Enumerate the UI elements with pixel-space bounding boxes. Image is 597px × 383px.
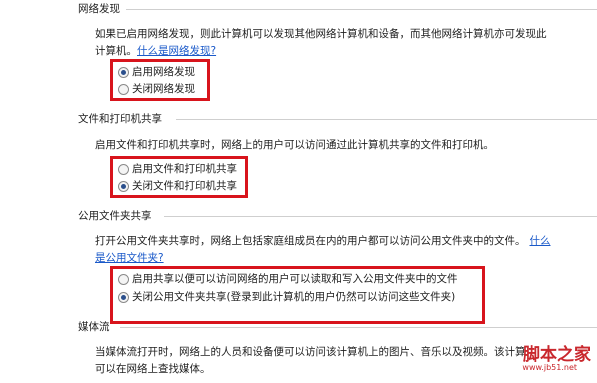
- file-printer-sharing-description: 启用文件和打印机共享时，网络上的用户可以访问通过此计算机共享的文件和打印机。: [95, 137, 494, 154]
- watermark-logo: 脚本之家: [523, 345, 591, 365]
- section-title: 网络发现: [78, 3, 120, 15]
- section-divider: [176, 119, 597, 120]
- highlight-box: [110, 156, 248, 198]
- section-divider: [164, 216, 597, 217]
- description-line: 是公用文件夹?: [95, 250, 551, 267]
- highlight-box: [110, 266, 485, 324]
- description-line: 当媒体流打开时，网络上的人员和设备便可以访问该计算机上的图片、音乐以及视频。该计…: [95, 346, 526, 358]
- what-is-network-discovery-link[interactable]: 什么是网络发现?: [137, 45, 216, 57]
- what-is-public-folder-link-part1[interactable]: 什么: [530, 235, 551, 247]
- section-title: 文件和打印机共享: [78, 113, 162, 125]
- section-divider: [120, 327, 597, 328]
- highlight-box: [110, 59, 210, 101]
- description-line: 如果已启用网络发现，则此计算机可以发现其他网络计算机和设备，而其他网络计算机亦可…: [95, 28, 547, 40]
- description-line: 启用文件和打印机共享时，网络上的用户可以访问通过此计算机共享的文件和打印机。: [95, 139, 494, 151]
- section-divider: [126, 9, 597, 10]
- public-folder-sharing-description: 打开公用文件夹共享时，网络上包括家庭组成员在内的用户都可以访问公用文件夹中的文件…: [95, 233, 551, 267]
- description-text: 计算机。: [95, 45, 137, 57]
- media-streaming-description: 当媒体流打开时，网络上的人员和设备便可以访问该计算机上的图片、音乐以及视频。该计…: [95, 344, 526, 378]
- network-discovery-description: 如果已启用网络发现，则此计算机可以发现其他网络计算机和设备，而其他网络计算机亦可…: [95, 26, 547, 60]
- what-is-public-folder-link-part2[interactable]: 是公用文件夹?: [95, 252, 164, 264]
- description-line: 打开公用文件夹共享时，网络上包括家庭组成员在内的用户都可以访问公用文件夹中的文件…: [95, 233, 551, 250]
- description-line: 可以在网络上查找媒体。: [95, 363, 211, 375]
- section-title: 公用文件夹共享: [78, 210, 152, 222]
- description-line: 计算机。什么是网络发现?: [95, 43, 547, 60]
- section-title: 媒体流: [78, 321, 110, 333]
- description-text: 打开公用文件夹共享时，网络上包括家庭组成员在内的用户都可以访问公用文件夹中的文件…: [95, 235, 526, 247]
- watermark-url: www.jb51.net: [522, 363, 577, 372]
